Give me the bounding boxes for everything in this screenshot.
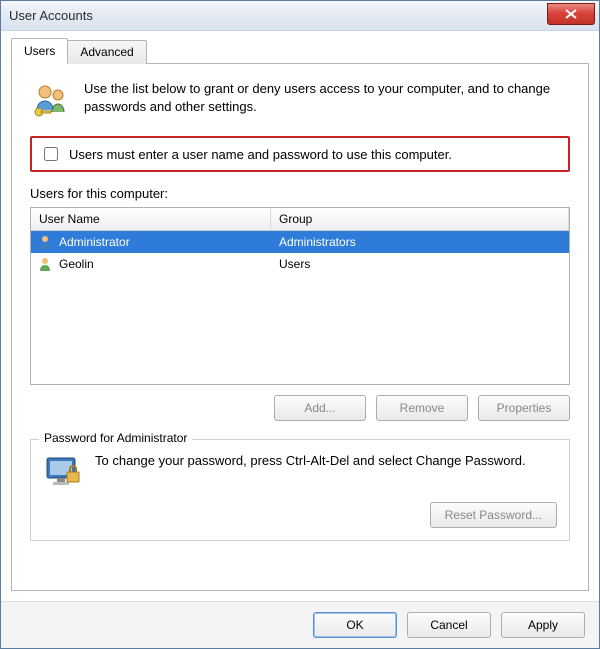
remove-user-button[interactable]: Remove (376, 395, 468, 421)
tab-panel-users: Use the list below to grant or deny user… (11, 63, 589, 591)
user-accounts-dialog: User Accounts Users Advanced (0, 0, 600, 649)
apply-button[interactable]: Apply (501, 612, 585, 638)
tabbar: Users Advanced (11, 39, 589, 63)
tab-advanced[interactable]: Advanced (67, 40, 146, 64)
user-group: Users (271, 254, 569, 274)
intro-section: Use the list below to grant or deny user… (30, 80, 570, 120)
user-icon (37, 234, 53, 250)
users-keys-icon (30, 80, 70, 120)
user-group: Administrators (271, 232, 569, 252)
user-list[interactable]: User Name Group Administrator Administra… (30, 207, 570, 385)
column-username[interactable]: User Name (31, 208, 271, 230)
user-name: Geolin (59, 257, 94, 271)
user-name: Administrator (59, 235, 130, 249)
require-login-highlight: Users must enter a user name and passwor… (30, 136, 570, 172)
titlebar[interactable]: User Accounts (1, 1, 599, 31)
user-list-header[interactable]: User Name Group (31, 208, 569, 231)
cancel-button[interactable]: Cancel (407, 612, 491, 638)
column-group[interactable]: Group (271, 208, 569, 230)
reset-password-button[interactable]: Reset Password... (430, 502, 557, 528)
tab-users[interactable]: Users (11, 38, 68, 64)
user-row[interactable]: Geolin Users (31, 253, 569, 275)
password-groupbox: Password for Administrator To change you… (30, 439, 570, 541)
password-change-text: To change your password, press Ctrl-Alt-… (95, 452, 557, 470)
add-user-button[interactable]: Add... (274, 395, 366, 421)
content-area: Users Advanced Use the list below to gra… (1, 31, 599, 601)
user-list-body: Administrator Administrators Geolin User… (31, 231, 569, 275)
window-title: User Accounts (9, 8, 547, 23)
close-icon (565, 9, 577, 19)
require-login-checkbox[interactable] (44, 147, 58, 161)
close-button[interactable] (547, 3, 595, 25)
require-login-label[interactable]: Users must enter a user name and passwor… (69, 147, 452, 162)
password-group-legend: Password for Administrator (39, 431, 192, 445)
user-icon (37, 256, 53, 272)
user-row[interactable]: Administrator Administrators (31, 231, 569, 253)
ok-button[interactable]: OK (313, 612, 397, 638)
user-buttons-row: Add... Remove Properties (30, 395, 570, 421)
intro-text: Use the list below to grant or deny user… (84, 80, 570, 115)
user-list-caption: Users for this computer: (30, 186, 570, 201)
dialog-footer: OK Cancel Apply (1, 601, 599, 648)
properties-button[interactable]: Properties (478, 395, 570, 421)
monitor-lock-icon (43, 452, 83, 492)
